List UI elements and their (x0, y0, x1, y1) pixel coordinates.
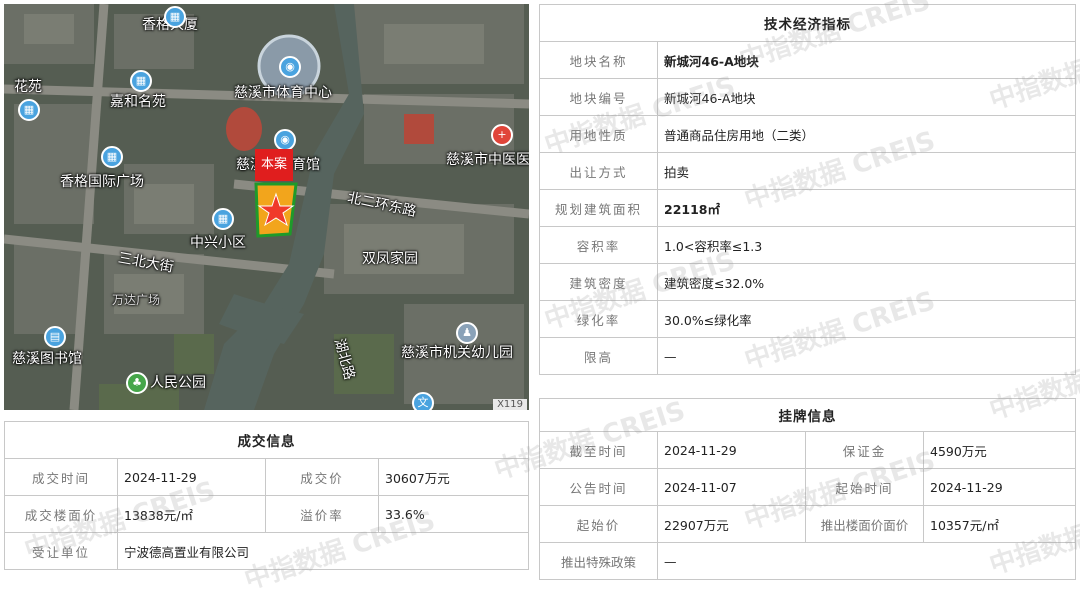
policy-label: 推出特殊政策 (539, 542, 658, 580)
map-scale-label: X119 (493, 399, 527, 410)
hospital-icon[interactable]: + (491, 124, 513, 146)
deal-buyer-value: 宁波德高置业有限公司 (117, 532, 529, 570)
row-value: 新城河46-A地块 (657, 41, 1076, 79)
start-time-label: 起始时间 (805, 468, 924, 506)
map-label-wanda: 万达广场 (112, 293, 161, 307)
school-icon[interactable]: ♟ (456, 322, 478, 344)
map-label-zhongxing: 中兴小区 (190, 235, 246, 251)
education-icon[interactable]: 文 (412, 392, 434, 410)
row-label: 建筑密度 (539, 263, 658, 301)
deal-title: 成交信息 (4, 421, 529, 459)
deal-price-value: 30607万元 (378, 458, 529, 496)
deposit-label: 保证金 (805, 431, 924, 469)
map-label-kindergarten: 慈溪市机关幼儿园 (401, 345, 513, 361)
row-value: 建筑密度≤32.0% (657, 263, 1076, 301)
row-label: 限高 (539, 337, 658, 375)
row-value: 30.0%≤绿化率 (657, 300, 1076, 338)
location-map[interactable]: 香格大厦 花苑 嘉和名苑 慈溪市体育中心 慈溪市体育馆 慈溪市中医医院 香格国际… (4, 4, 529, 410)
map-label-shuangfeng: 双凤家园 (362, 251, 418, 267)
listing-info-table: 挂牌信息 截至时间 2024-11-29 保证金 4590万元 公告时间 202… (539, 398, 1076, 580)
deadline-value: 2024-11-29 (657, 431, 806, 469)
row-label: 用地性质 (539, 115, 658, 153)
start-price-value: 22907万元 (657, 505, 806, 543)
deal-price-label: 成交价 (265, 458, 379, 496)
deal-premium-label: 溢价率 (265, 495, 379, 533)
row-value: 拍卖 (657, 152, 1076, 190)
deal-floor-value: 13838元/㎡ (117, 495, 266, 533)
building-icon[interactable]: ▦ (164, 6, 186, 28)
building-icon[interactable]: ▦ (212, 208, 234, 230)
announce-label: 公告时间 (539, 468, 658, 506)
row-label: 容积率 (539, 226, 658, 264)
deadline-label: 截至时间 (539, 431, 658, 469)
row-value: 22118㎡ (657, 189, 1076, 227)
row-label: 绿化率 (539, 300, 658, 338)
map-label-jiahe: 嘉和名苑 (110, 94, 166, 110)
building-icon[interactable]: ▦ (130, 70, 152, 92)
project-marker-tag[interactable]: 本案 (255, 149, 293, 181)
start-time-value: 2024-11-29 (923, 468, 1076, 506)
building-icon[interactable]: ▦ (18, 99, 40, 121)
park-icon[interactable]: ♣ (126, 372, 148, 394)
start-floor-label: 推出楼面价面价 (805, 505, 924, 543)
deal-buyer-label: 受让单位 (4, 532, 118, 570)
row-label: 地块编号 (539, 78, 658, 116)
row-value: — (657, 337, 1076, 375)
deal-floor-label: 成交楼面价 (4, 495, 118, 533)
announce-value: 2024-11-07 (657, 468, 806, 506)
policy-value: — (657, 542, 1076, 580)
row-label: 出让方式 (539, 152, 658, 190)
map-label-renmin-park: 人民公园 (150, 375, 206, 391)
start-floor-value: 10357元/㎡ (923, 505, 1076, 543)
row-value: 新城河46-A地块 (657, 78, 1076, 116)
map-label-hospital: 慈溪市中医医院 (446, 152, 529, 168)
sports-icon[interactable]: ◉ (279, 56, 301, 78)
row-label: 规划建筑面积 (539, 189, 658, 227)
map-label-sports-center: 慈溪市体育中心 (234, 85, 332, 101)
deal-premium-value: 33.6% (378, 495, 529, 533)
start-price-label: 起始价 (539, 505, 658, 543)
map-label-library: 慈溪图书馆 (12, 351, 82, 367)
listing-title: 挂牌信息 (539, 398, 1076, 432)
deposit-value: 4590万元 (923, 431, 1076, 469)
tech-indicators-table: 技术经济指标 地块名称 新城河46-A地块 地块编号 新城河46-A地块 用地性质普… (539, 4, 1076, 375)
deal-info-table: 成交信息 成交时间 2024-11-29 成交价 30607万元 成交楼面价 1… (4, 421, 529, 570)
deal-time-label: 成交时间 (4, 458, 118, 496)
map-label-garden: 花苑 (14, 79, 42, 95)
deal-time-value: 2024-11-29 (117, 458, 266, 496)
building-icon[interactable]: ▦ (101, 146, 123, 168)
sports-icon[interactable]: ◉ (274, 129, 296, 151)
tech-title: 技术经济指标 (539, 4, 1076, 42)
map-label-plaza: 香格国际广场 (60, 174, 144, 190)
library-icon[interactable]: ▤ (44, 326, 66, 348)
row-value: 普通商品住房用地（二类） (657, 115, 1076, 153)
row-label: 地块名称 (539, 41, 658, 79)
row-value: 1.0<容积率≤1.3 (657, 226, 1076, 264)
